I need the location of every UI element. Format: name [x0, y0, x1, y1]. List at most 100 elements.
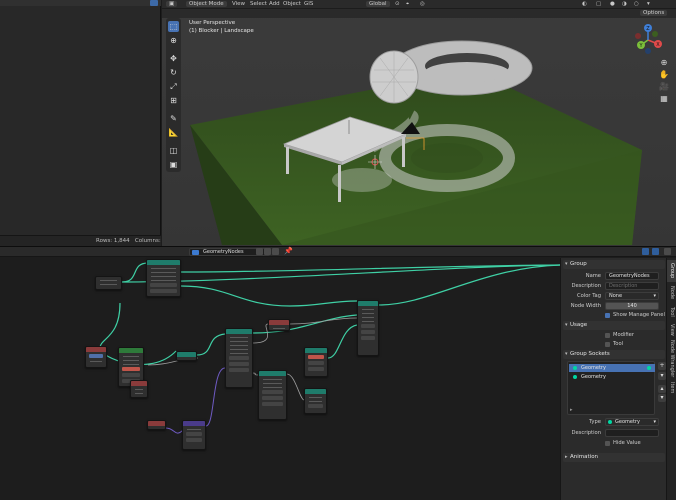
- show-manage-panel-checkbox[interactable]: [605, 313, 610, 318]
- node-join-geometry[interactable]: [357, 300, 379, 356]
- modifier-checkbox[interactable]: [605, 333, 610, 338]
- node-object-info[interactable]: [268, 319, 290, 331]
- node-tree-icon: [192, 250, 199, 255]
- hide-value-checkbox[interactable]: [605, 441, 610, 446]
- node-mesh-to-points[interactable]: [176, 351, 197, 361]
- scale-icon[interactable]: ⤢: [168, 81, 179, 92]
- ortho-grid-icon[interactable]: ▦: [659, 94, 669, 104]
- node-set-material[interactable]: [304, 347, 328, 377]
- orientation-dropdown[interactable]: Global: [366, 1, 390, 7]
- overlay-toggle-icon[interactable]: [642, 248, 649, 255]
- snap-icon[interactable]: ⌖: [406, 1, 409, 8]
- node-editor-canvas[interactable]: [0, 258, 560, 500]
- node-width-field[interactable]: 140: [605, 302, 659, 310]
- pin-icon[interactable]: 📌: [284, 247, 293, 255]
- resize-grip-icon[interactable]: ▸: [570, 407, 573, 413]
- transform-icon[interactable]: ⊞: [168, 95, 179, 106]
- node-position[interactable]: [147, 420, 166, 430]
- tab-node[interactable]: Node: [667, 284, 676, 302]
- unlink-tree-icon[interactable]: [272, 248, 279, 255]
- usage-panel-header[interactable]: ▾ Usage: [563, 321, 665, 330]
- tab-view[interactable]: View: [667, 322, 676, 338]
- options-button[interactable]: Options: [640, 10, 668, 16]
- measure-icon[interactable]: 📐: [168, 127, 179, 138]
- editor-type-icon[interactable]: [150, 0, 158, 6]
- shading-material-icon[interactable]: ◑: [622, 1, 627, 7]
- description-label: Description: [571, 283, 601, 289]
- camera-view-icon[interactable]: 🎥: [659, 82, 669, 92]
- description-field[interactable]: Description: [605, 282, 659, 290]
- pivot-icon[interactable]: ⊙: [395, 1, 400, 7]
- navigation-gizmo[interactable]: X Y Z: [628, 20, 668, 60]
- fake-user-icon[interactable]: [256, 248, 263, 255]
- shading-solid-icon[interactable]: ●: [610, 1, 615, 7]
- node-random-value[interactable]: [130, 380, 148, 398]
- active-collection-label: (1) Blocker | Landscape: [189, 28, 254, 34]
- menu-object[interactable]: Object: [283, 1, 301, 7]
- duplicate-tree-icon[interactable]: [264, 248, 271, 255]
- socket-description-label: Description: [571, 430, 601, 436]
- cursor-icon[interactable]: ⊕: [168, 35, 179, 46]
- proportional-edit-icon[interactable]: ◎: [420, 1, 425, 7]
- geometry-socket-icon: [573, 366, 577, 370]
- node-vector-math[interactable]: [182, 420, 206, 450]
- color-tag-dropdown[interactable]: None ▾: [605, 292, 659, 300]
- shading-rendered-icon[interactable]: ○: [634, 1, 639, 7]
- overlays-icon[interactable]: ◐: [582, 1, 587, 7]
- zoom-icon[interactable]: ⊕: [659, 58, 669, 68]
- group-sockets-list[interactable]: Geometry Geometry ▸: [567, 361, 655, 415]
- socket-description-field[interactable]: [605, 429, 659, 437]
- socket-menu-icon[interactable]: ▾: [658, 372, 666, 380]
- annotate-icon[interactable]: ✎: [168, 113, 179, 124]
- add-cube-icon[interactable]: ◫: [168, 145, 179, 156]
- rotate-icon[interactable]: ↻: [168, 67, 179, 78]
- node-group-input[interactable]: [95, 276, 122, 290]
- select-box-icon[interactable]: ⬚: [168, 21, 179, 32]
- node-geometry-proximity[interactable]: [146, 259, 181, 297]
- move-down-icon[interactable]: ▾: [658, 394, 666, 402]
- link-geometry: [121, 262, 149, 283]
- socket-item-geometry-output[interactable]: Geometry: [569, 364, 655, 372]
- tab-node-wrangler[interactable]: Node Wrangler: [667, 340, 676, 378]
- viewport-scene: [162, 0, 676, 246]
- group-sockets-panel-header[interactable]: ▾ Group Sockets: [563, 350, 665, 359]
- link-geometry: [180, 285, 358, 307]
- menu-select[interactable]: Select: [250, 1, 267, 7]
- menu-gis[interactable]: GIS: [304, 1, 313, 7]
- pan-hand-icon[interactable]: ✋: [659, 70, 669, 80]
- tool-checkbox[interactable]: [605, 342, 610, 347]
- node-realize-instances[interactable]: [304, 388, 327, 414]
- animation-panel-header[interactable]: ▸ Animation: [563, 453, 665, 462]
- xray-icon[interactable]: ▢: [596, 1, 601, 7]
- chevron-down-icon: ▾: [565, 261, 568, 267]
- mode-dropdown[interactable]: Object Mode: [186, 1, 227, 7]
- socket-item-geometry-input[interactable]: Geometry: [569, 373, 655, 381]
- node-input-value[interactable]: [85, 346, 107, 368]
- editor-type-button[interactable]: ▣: [166, 1, 178, 7]
- spreadsheet-panel: Rows: 1,844 Columns: 1: [0, 0, 166, 246]
- view-perspective-label: User Perspective: [189, 20, 236, 26]
- rows-count: Rows: 1,844: [96, 238, 130, 244]
- menu-view[interactable]: View: [232, 1, 245, 7]
- move-icon[interactable]: ✥: [168, 53, 179, 64]
- move-up-icon[interactable]: ▴: [658, 385, 666, 393]
- tab-tool[interactable]: Tool: [667, 304, 676, 320]
- add-socket-icon[interactable]: +: [658, 362, 666, 370]
- sidebar-toggle-icon[interactable]: [664, 248, 671, 255]
- 3d-viewport[interactable]: ▣ Object Mode View Select Add Object GIS…: [162, 0, 676, 246]
- link-geometry: [121, 264, 560, 283]
- tab-item[interactable]: Item: [667, 380, 676, 396]
- viewport-tool-header: Options: [162, 9, 676, 18]
- menu-add[interactable]: Add: [269, 1, 280, 7]
- tab-group[interactable]: Group: [667, 260, 676, 282]
- socket-type-dropdown[interactable]: Geometry ▾: [605, 418, 659, 426]
- group-panel-header[interactable]: ▾ Group: [563, 260, 665, 269]
- node-instance-on-points[interactable]: [225, 328, 253, 388]
- geometry-socket-icon: [573, 375, 577, 379]
- node-distribute-points[interactable]: [258, 370, 287, 420]
- group-name-field[interactable]: GeometryNodes: [605, 272, 659, 280]
- extra-tool-icon[interactable]: ▣: [168, 159, 179, 170]
- shading-options-icon[interactable]: ▾: [647, 1, 650, 7]
- viewport-header: ▣ Object Mode View Select Add Object GIS…: [162, 0, 676, 9]
- snap-toggle-icon[interactable]: [652, 248, 659, 255]
